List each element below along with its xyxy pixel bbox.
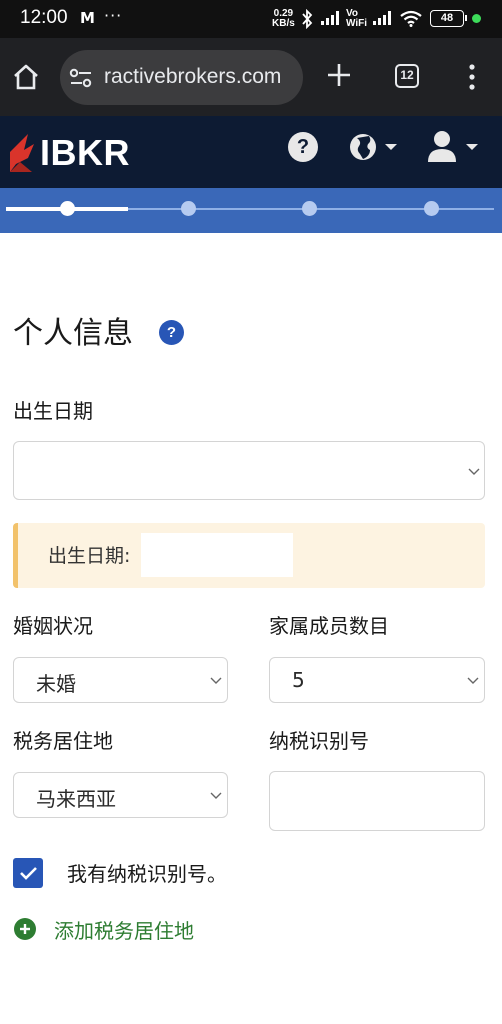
- add-tax-residence-link[interactable]: 添加税务居住地: [54, 915, 194, 944]
- dependents-value: 5: [292, 668, 305, 692]
- ibkr-logo[interactable]: IBKR: [6, 128, 136, 178]
- bluetooth-icon: [302, 9, 313, 29]
- marital-status-label: 婚姻状况: [13, 614, 93, 638]
- tax-residence-select[interactable]: 马来西亚: [13, 772, 228, 818]
- has-tin-checkbox[interactable]: [13, 858, 43, 888]
- vowifi-wifi: WiFi: [346, 18, 368, 29]
- application-progress: [0, 188, 502, 233]
- status-time: 12:00: [20, 7, 68, 28]
- page-title: 个人信息: [13, 316, 133, 351]
- dob-notice: 出生日期:: [13, 523, 485, 588]
- dob-label: 出生日期: [13, 399, 93, 423]
- signal-icon-2: [373, 11, 391, 25]
- browser-toolbar: ractivebrokers.com 12: [0, 38, 502, 116]
- more-menu-icon[interactable]: [462, 62, 482, 92]
- dob-notice-value: [141, 533, 293, 577]
- new-tab-icon[interactable]: [324, 60, 354, 90]
- chevron-down-icon: [210, 792, 222, 799]
- url-text[interactable]: ractivebrokers.com: [104, 65, 281, 89]
- network-speed-unit: KB/s: [272, 18, 295, 29]
- battery-icon: 48: [430, 10, 467, 27]
- marital-status-select[interactable]: 未婚: [13, 657, 228, 703]
- has-tin-label[interactable]: 我有纳税识别号。: [67, 858, 227, 887]
- marital-status-value: 未婚: [36, 672, 76, 696]
- user-account-icon[interactable]: [426, 130, 480, 164]
- address-bar[interactable]: ractivebrokers.com: [60, 50, 303, 105]
- dependents-label: 家属成员数目: [269, 614, 389, 638]
- tax-residence-value: 马来西亚: [36, 787, 116, 811]
- ibkr-logo-mark-icon: [10, 134, 34, 172]
- network-speed: 0.29 KB/s: [272, 9, 295, 29]
- logo-text: IBKR: [40, 132, 130, 173]
- site-header: IBKR ?: [0, 116, 502, 188]
- progress-step-1: [60, 201, 75, 216]
- activity-dot-icon: [472, 14, 481, 23]
- tin-label: 纳税识别号: [269, 729, 369, 753]
- home-icon[interactable]: [10, 61, 42, 93]
- signal-icon: [321, 11, 339, 25]
- dob-notice-text: 出生日期:: [48, 545, 131, 567]
- more-notifications-icon: ···: [104, 6, 123, 25]
- wifi-icon: [400, 10, 422, 27]
- tin-input[interactable]: [269, 771, 485, 831]
- tax-residence-label: 税务居住地: [13, 729, 113, 753]
- chevron-down-icon: [468, 468, 480, 475]
- language-globe-icon[interactable]: [348, 132, 398, 164]
- help-button[interactable]: ?: [288, 132, 318, 162]
- progress-step-3: [302, 201, 317, 216]
- checkmark-icon: [20, 867, 37, 880]
- chevron-down-icon: [210, 677, 222, 684]
- tab-switcher-button[interactable]: 12: [395, 64, 419, 88]
- dependents-select[interactable]: 5: [269, 657, 485, 703]
- gmail-icon: M: [80, 9, 95, 27]
- vowifi-indicator: Vo WiFi: [346, 9, 367, 29]
- progress-step-2: [181, 201, 196, 216]
- status-bar: 12:00 M ··· 0.29 KB/s Vo WiFi 48: [0, 0, 502, 38]
- progress-step-4: [424, 201, 439, 216]
- dob-select[interactable]: [13, 441, 485, 500]
- chevron-down-icon: [467, 677, 479, 684]
- site-settings-icon[interactable]: [68, 65, 94, 91]
- personal-info-help-icon[interactable]: ?: [159, 320, 184, 345]
- add-circle-icon[interactable]: [14, 918, 36, 940]
